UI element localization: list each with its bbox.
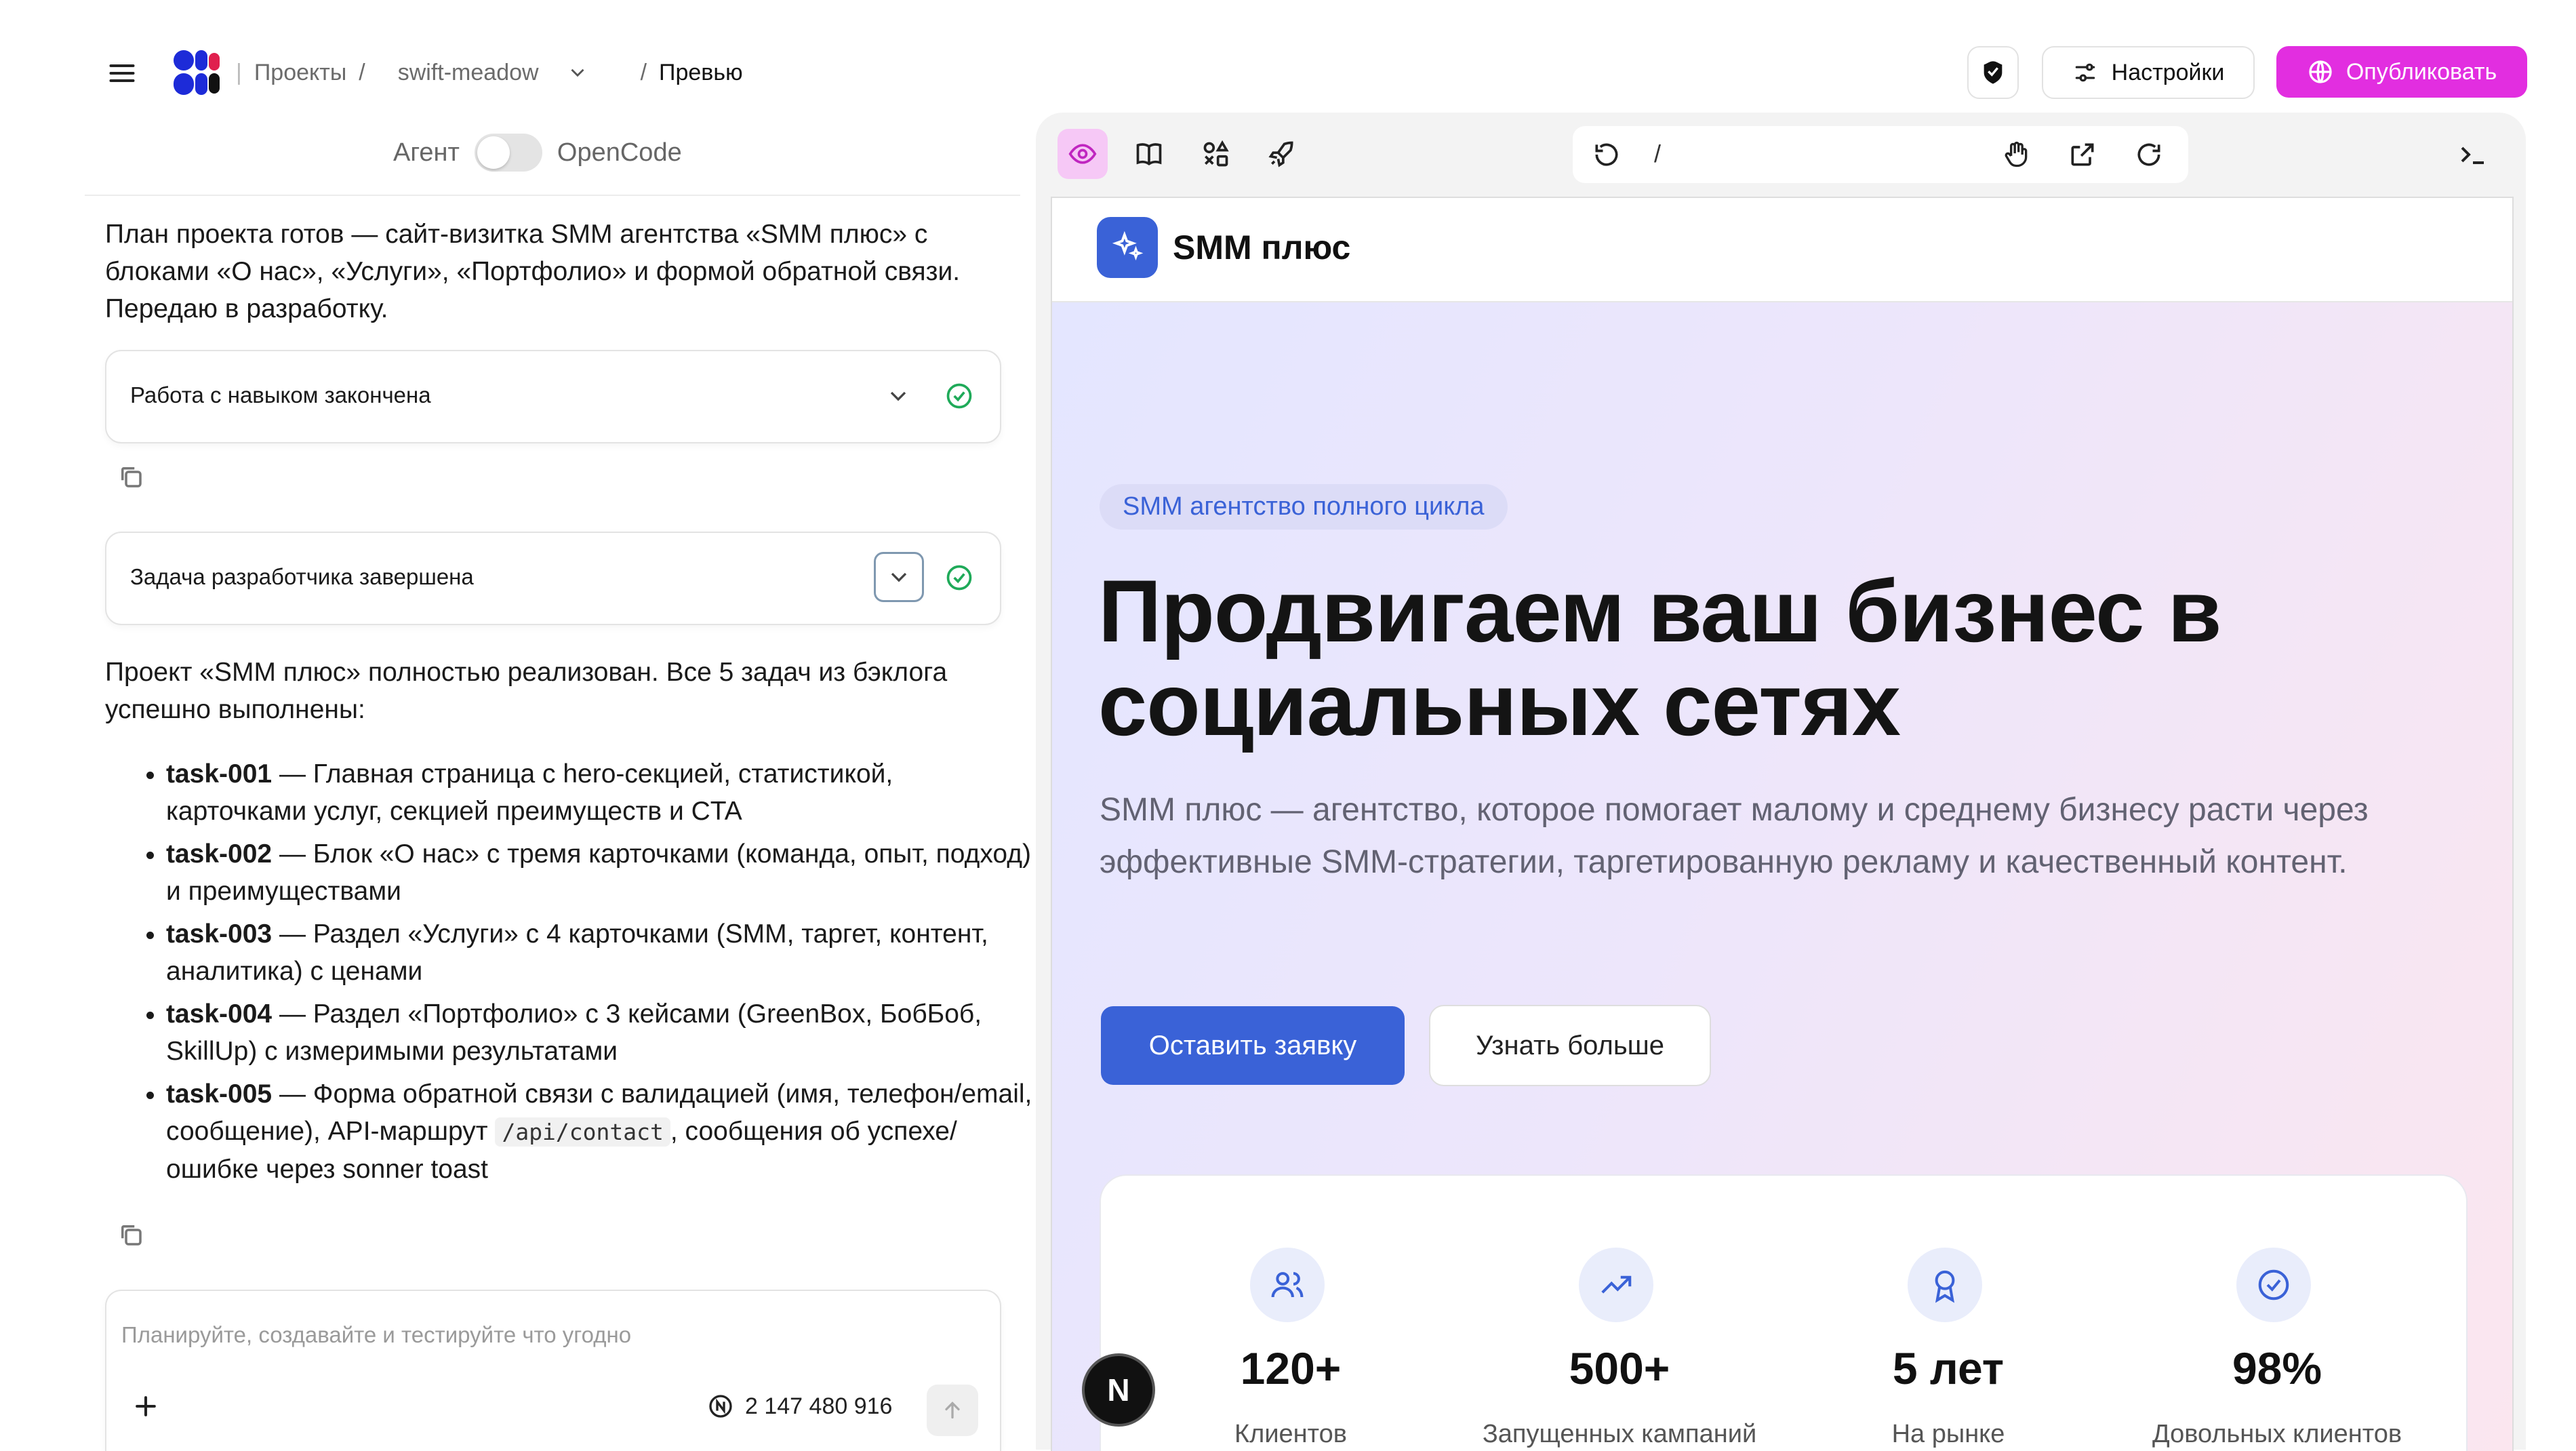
hero-section: SMM агентство полного цикла Продвигаем в… bbox=[1052, 302, 2512, 1451]
stat-value: 120+ bbox=[1240, 1343, 1342, 1393]
mode-opencode-label[interactable]: OpenCode bbox=[557, 138, 682, 167]
check-circle-icon bbox=[944, 563, 974, 593]
chat-input-box[interactable]: Планируйте, создавайте и тестируйте что … bbox=[105, 1290, 1001, 1451]
nextjs-badge-letter: N bbox=[1107, 1372, 1130, 1408]
check-circle-icon bbox=[944, 381, 974, 411]
address-path[interactable]: / bbox=[1654, 140, 1661, 168]
chevron-down-icon[interactable] bbox=[874, 552, 924, 602]
api-route-code: /api/contact bbox=[495, 1117, 670, 1147]
list-item: task-005 — Форма обратной связи с валида… bbox=[166, 1075, 1041, 1188]
copy-icon[interactable] bbox=[117, 462, 145, 491]
chat-message-result: Проект «SMM плюс» полностью реализован. … bbox=[105, 658, 948, 724]
globe-icon bbox=[2309, 60, 2332, 83]
token-count: 2 147 480 916 bbox=[745, 1393, 893, 1419]
divider bbox=[85, 195, 1020, 196]
address-bar[interactable]: / bbox=[1573, 126, 2188, 183]
stat-value: 98% bbox=[2232, 1343, 2322, 1393]
plus-icon[interactable] bbox=[131, 1391, 161, 1421]
arrow-up-icon bbox=[945, 1402, 960, 1419]
copy-icon[interactable] bbox=[117, 1220, 145, 1249]
project-name-dropdown[interactable]: swift-meadow bbox=[398, 60, 539, 86]
settings-label: Настройки bbox=[2111, 59, 2225, 85]
external-link-icon[interactable] bbox=[2068, 140, 2097, 170]
stat-value: 500+ bbox=[1569, 1343, 1670, 1393]
users-icon bbox=[1250, 1248, 1325, 1322]
token-counter: 2 147 480 916 bbox=[707, 1393, 892, 1420]
sparkle-logo-icon bbox=[1097, 217, 1158, 278]
shapes-icon[interactable] bbox=[1190, 129, 1241, 179]
chat-input[interactable]: Планируйте, создавайте и тестируйте что … bbox=[121, 1322, 631, 1348]
cta-primary-button[interactable]: Оставить заявку bbox=[1101, 1006, 1405, 1085]
chat-message-plan: План проекта готов — сайт-визитка SMM аг… bbox=[105, 220, 961, 323]
eye-icon[interactable] bbox=[1058, 129, 1108, 179]
refresh-icon[interactable] bbox=[2134, 140, 2164, 170]
chevron-down-icon[interactable] bbox=[885, 382, 912, 410]
site-name[interactable]: SMM плюс bbox=[1173, 228, 1350, 267]
mode-toggle[interactable] bbox=[474, 134, 542, 172]
breadcrumb-separator: / bbox=[640, 59, 647, 85]
skill-status-card[interactable]: Работа с навыком закончена bbox=[105, 350, 1001, 443]
settings-button[interactable]: Настройки bbox=[2042, 46, 2255, 99]
breadcrumb-current: Превью bbox=[659, 59, 743, 85]
token-icon bbox=[709, 1395, 732, 1418]
stat-label: Довольных клиентов bbox=[2152, 1420, 2402, 1448]
chevron-down-icon[interactable] bbox=[566, 61, 589, 84]
skill-status-label: Работа с навыком закончена bbox=[130, 382, 431, 408]
publish-label: Опубликовать bbox=[2346, 58, 2497, 85]
stat-label: На рынке bbox=[1891, 1420, 2005, 1448]
nextjs-badge[interactable]: N bbox=[1082, 1353, 1155, 1427]
app-logo[interactable] bbox=[171, 47, 222, 98]
list-item: task-001 — Главная страница с hero-секци… bbox=[166, 755, 1041, 830]
mode-switch: Агент OpenCode bbox=[393, 129, 682, 176]
stats-card: 120+ Клиентов 500+ Запущенных кампаний 5… bbox=[1100, 1174, 2468, 1451]
send-button[interactable] bbox=[927, 1385, 978, 1436]
dev-task-label: Задача разработчика завершена bbox=[130, 564, 474, 589]
site-frame: SMM плюс SMM агентство полного цикла Про… bbox=[1051, 197, 2514, 1451]
stat-label: Клиентов bbox=[1234, 1420, 1347, 1448]
list-item: task-003 — Раздел «Услуги» с 4 карточкам… bbox=[166, 915, 1041, 990]
trending-up-icon bbox=[1579, 1248, 1653, 1322]
extension-button[interactable] bbox=[1967, 46, 2019, 99]
hero-headline: Продвигаем ваш бизнес в социальных сетях bbox=[1098, 561, 2221, 754]
book-icon[interactable] bbox=[1124, 129, 1174, 179]
task-list: task-001 — Главная страница с hero-секци… bbox=[105, 755, 1041, 1193]
rocket-icon[interactable] bbox=[1257, 129, 1307, 179]
hero-badge: SMM агентство полного цикла bbox=[1100, 484, 1508, 530]
stat-label: Запущенных кампаний bbox=[1482, 1420, 1757, 1448]
site-header: SMM плюс bbox=[1052, 198, 2512, 302]
hero-description: SMM плюс — агентство, которое помогает м… bbox=[1100, 792, 2369, 880]
check-circle-icon bbox=[2236, 1248, 2311, 1322]
stat-value: 5 лет bbox=[1892, 1343, 2005, 1393]
sliders-icon bbox=[2075, 63, 2095, 82]
mode-agent-label[interactable]: Агент bbox=[393, 138, 460, 167]
breadcrumb-projects-link[interactable]: Проекты bbox=[254, 60, 346, 86]
list-item: task-002 — Блок «О нас» с тремя карточка… bbox=[166, 835, 1041, 910]
award-icon bbox=[1908, 1248, 1982, 1322]
puzzle-shield-icon bbox=[1984, 61, 2003, 84]
publish-button[interactable]: Опубликовать bbox=[2276, 46, 2527, 98]
breadcrumb: | Проекты / swift-meadow / Превью bbox=[236, 59, 743, 86]
menu-icon[interactable] bbox=[107, 58, 137, 88]
terminal-icon[interactable] bbox=[2457, 138, 2489, 171]
list-item: task-004 — Раздел «Портфолио» с 3 кейсам… bbox=[166, 995, 1041, 1070]
undo-icon[interactable] bbox=[1592, 140, 1622, 170]
dev-task-card[interactable]: Задача разработчика завершена bbox=[105, 532, 1001, 625]
breadcrumb-separator: / bbox=[359, 59, 365, 85]
cta-secondary-button[interactable]: Узнать больше bbox=[1429, 1005, 1711, 1086]
hand-icon[interactable] bbox=[2001, 140, 2031, 170]
